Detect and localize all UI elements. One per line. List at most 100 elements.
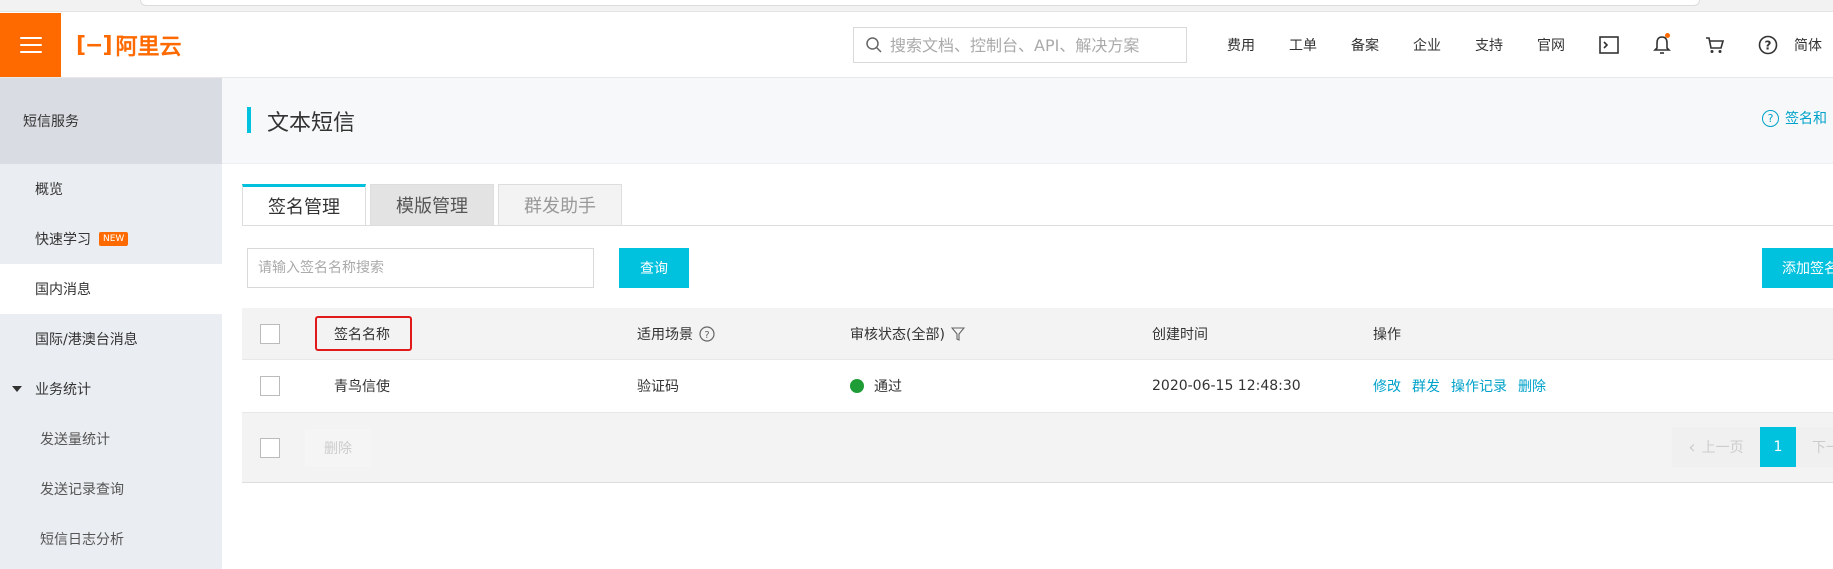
- footer-select-all-checkbox[interactable]: [260, 437, 280, 458]
- sidebar-item-overview[interactable]: 概览: [0, 164, 222, 214]
- bell-icon: [1652, 36, 1671, 54]
- signature-scene: 验证码: [637, 379, 679, 395]
- tabs: 签名管理 模版管理 群发助手: [242, 184, 622, 226]
- signature-table: 签名名称 适用场景 ? 审核状态(全部) 创建时间 操作 青鸟信使 验证码 通过…: [242, 308, 1833, 483]
- sidebar-item-stats[interactable]: 业务统计: [0, 364, 222, 414]
- col-header-actions: 操作: [1373, 326, 1401, 343]
- top-nav: 费用 工单 备案 企业 支持 官网 ? 简体: [1210, 13, 1833, 77]
- sidebar-item-label: 概览: [35, 182, 63, 198]
- next-page-button[interactable]: 下一页: [1796, 427, 1833, 467]
- table-row: 青鸟信使 验证码 通过 2020-06-15 12:48:30 修改 群发 操作记录…: [242, 360, 1833, 413]
- signature-name: 青鸟信使: [334, 379, 390, 395]
- table-footer: 删除 ‹ 上一页 1 下一页: [242, 413, 1833, 483]
- question-icon: ?: [1762, 109, 1779, 127]
- highlight-annotation: [315, 316, 412, 351]
- sidebar-item-label: 短信日志分析: [40, 532, 124, 548]
- main-content: 文本短信 ? 签名和 签名管理 模版管理 群发助手 查询 添加签名 签名名称 适…: [222, 78, 1833, 569]
- edit-link[interactable]: 修改: [1373, 379, 1401, 395]
- prev-page-label: 上一页: [1701, 440, 1744, 456]
- status-ok-icon: [850, 379, 864, 393]
- address-bar-edge: [140, 0, 1700, 6]
- signature-created: 2020-06-15 12:48:30: [1152, 378, 1301, 394]
- svg-text:?: ?: [704, 330, 709, 341]
- terminal-icon: [1598, 36, 1619, 54]
- nav-support[interactable]: 支持: [1458, 35, 1520, 55]
- hamburger-icon: [19, 37, 42, 53]
- nav-fees[interactable]: 费用: [1210, 35, 1272, 55]
- sidebar-item-label: 国内消息: [35, 282, 91, 298]
- sidebar-item-label: 快速学习: [35, 232, 91, 248]
- signature-search-input[interactable]: [247, 248, 594, 288]
- sidebar-item-international[interactable]: 国际/港澳台消息: [0, 314, 222, 364]
- global-search[interactable]: [853, 27, 1187, 63]
- cart-icon: [1705, 37, 1724, 53]
- table-header: 签名名称 适用场景 ? 审核状态(全部) 创建时间 操作: [242, 308, 1833, 360]
- status-label: 通过: [874, 379, 902, 395]
- prev-page-button[interactable]: ‹ 上一页: [1672, 427, 1760, 467]
- tab-divider: [242, 225, 1833, 226]
- sidebar-item-domestic[interactable]: 国内消息: [0, 264, 222, 314]
- sidebar: 短信服务 概览 快速学习 NEW 国内消息 国际/港澳台消息 业务统计 发送量统计…: [0, 78, 222, 569]
- sidebar-item-label: 业务统计: [35, 382, 91, 398]
- sidebar-item-label: 发送量统计: [40, 432, 110, 448]
- select-all-checkbox[interactable]: [260, 323, 280, 344]
- help-button[interactable]: ?: [1741, 35, 1794, 55]
- notification-dot: [1665, 33, 1670, 38]
- aliyun-logo-mark-icon: [−]: [76, 32, 113, 58]
- nav-icp[interactable]: 备案: [1334, 35, 1396, 55]
- caret-down-icon: [12, 386, 22, 392]
- page-title: 文本短信: [267, 111, 356, 136]
- nav-enterprise[interactable]: 企业: [1396, 35, 1458, 55]
- sidebar-item-label: 发送记录查询: [40, 482, 124, 498]
- terminal-button[interactable]: [1582, 36, 1635, 54]
- nav-official[interactable]: 官网: [1520, 35, 1582, 55]
- row-checkbox[interactable]: [260, 376, 280, 396]
- help-icon: ?: [1758, 35, 1777, 55]
- sidebar-item-send-volume[interactable]: 发送量统计: [0, 414, 222, 464]
- aliyun-logo[interactable]: [−] 阿里云: [76, 29, 182, 61]
- language-switch[interactable]: 简体: [1794, 35, 1833, 55]
- sidebar-item-log-analysis[interactable]: 短信日志分析: [0, 514, 222, 564]
- filter-bar: 查询: [247, 248, 689, 288]
- signature-status: 通过: [850, 376, 902, 396]
- menu-button[interactable]: [0, 13, 61, 77]
- col-header-status: 审核状态(全部): [850, 324, 965, 344]
- question-icon[interactable]: ?: [699, 325, 715, 342]
- search-input[interactable]: [890, 35, 1180, 55]
- bulk-send-link[interactable]: 群发: [1412, 379, 1440, 395]
- query-button[interactable]: 查询: [619, 248, 689, 288]
- cart-button[interactable]: [1688, 36, 1741, 54]
- row-actions: 修改 群发 操作记录 删除: [1373, 376, 1557, 396]
- col-header-scene: 适用场景 ?: [637, 324, 715, 344]
- tab-bulk-send[interactable]: 群发助手: [498, 184, 622, 226]
- page-header: 文本短信 ? 签名和: [222, 78, 1833, 164]
- tab-templates[interactable]: 模版管理: [370, 184, 494, 226]
- browser-top-strip: [0, 0, 1833, 12]
- help-link[interactable]: ? 签名和: [1762, 108, 1827, 128]
- col-header-created: 创建时间: [1152, 326, 1208, 343]
- bulk-delete-button[interactable]: 删除: [305, 429, 371, 467]
- title-accent-bar: [247, 107, 251, 133]
- sidebar-item-quickstart[interactable]: 快速学习 NEW: [0, 214, 222, 264]
- add-signature-button[interactable]: 添加签名: [1762, 248, 1833, 288]
- nav-tickets[interactable]: 工单: [1272, 35, 1334, 55]
- logo-text: 阿里云: [115, 35, 182, 60]
- col-header-status-label: 审核状态(全部): [850, 326, 945, 343]
- pagination: ‹ 上一页 1 下一页: [1672, 427, 1833, 467]
- new-badge: NEW: [99, 232, 129, 246]
- sidebar-item-send-records[interactable]: 发送记录查询: [0, 464, 222, 514]
- delete-link[interactable]: 删除: [1518, 379, 1546, 395]
- tab-signatures[interactable]: 签名管理: [242, 184, 366, 226]
- sidebar-title: 短信服务: [0, 78, 222, 164]
- top-header: [−] 阿里云 费用 工单 备案 企业 支持 官网: [0, 13, 1833, 78]
- search-icon: [866, 37, 882, 53]
- col-header-scene-label: 适用场景: [637, 326, 693, 343]
- help-link-text: 签名和: [1785, 111, 1827, 127]
- page-1-button[interactable]: 1: [1760, 427, 1796, 467]
- history-link[interactable]: 操作记录: [1451, 379, 1507, 395]
- sidebar-item-label: 国际/港澳台消息: [35, 332, 138, 348]
- notification-button[interactable]: [1635, 33, 1688, 55]
- filter-icon[interactable]: [950, 326, 965, 341]
- svg-text:?: ?: [1764, 39, 1771, 53]
- chevron-left-icon: ‹: [1688, 436, 1696, 458]
